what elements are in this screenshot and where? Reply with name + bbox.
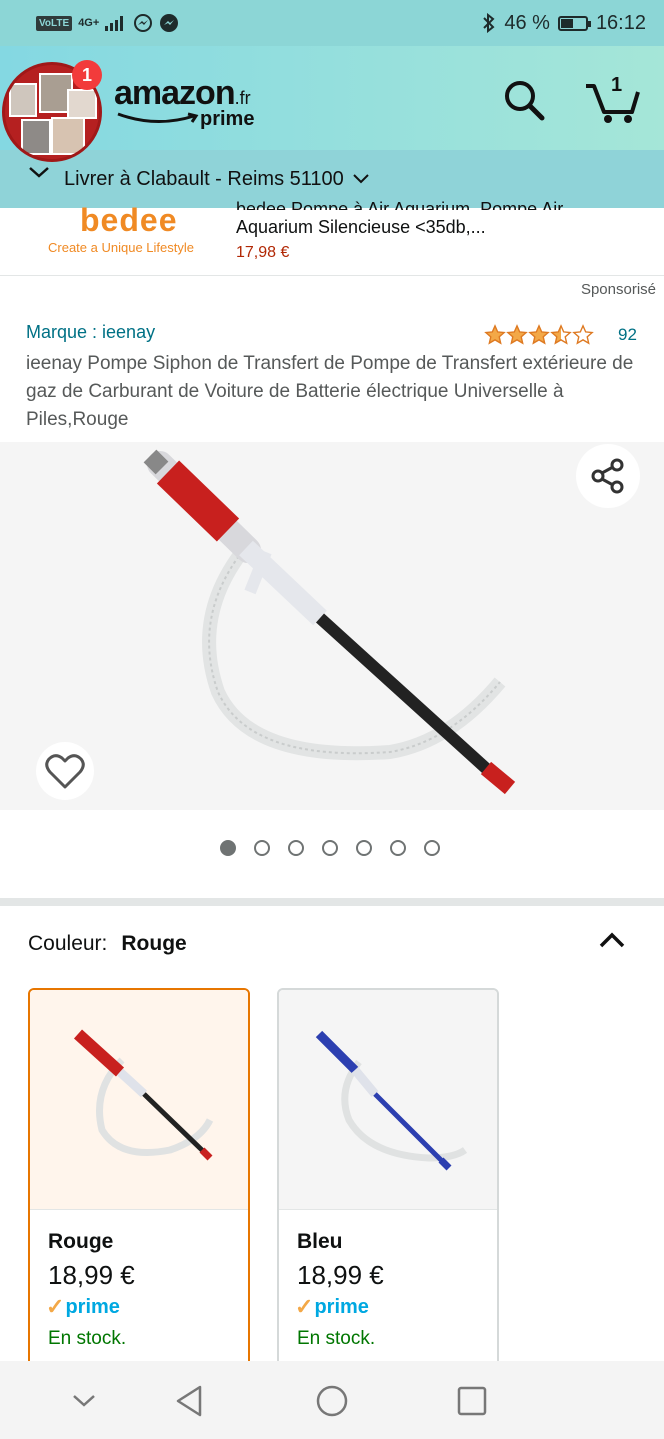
color-option-image [279,990,497,1210]
search-button[interactable] [500,76,548,124]
nav-hide-button[interactable] [66,1383,102,1419]
chevron-down-icon [73,1395,95,1407]
color-option-bleu[interactable]: Bleu 18,99 € ✓ prime En stock. [277,988,499,1368]
swatch-product-image [73,1029,214,1161]
status-bar: VoLTE 4G+ 46 % 16:12 [0,0,664,46]
collapse-button[interactable] [598,930,626,950]
share-icon [591,458,624,494]
image-pagination [220,840,440,856]
rating-count: 92 [618,325,637,344]
messenger-filled-icon [160,14,179,32]
color-label-text: Couleur: [28,932,108,955]
signal-icon [105,16,124,31]
sponsored-label: Sponsorisé [580,281,656,298]
color-option-rouge[interactable]: Rouge 18,99 € ✓ prime En stock. [28,988,250,1368]
cart-button[interactable]: 1 [584,72,642,126]
delivery-location-text: Livrer à Clabault - Reims 51100 [64,167,344,190]
battery-icon [557,15,591,31]
chat-head-bubble[interactable]: 1 [2,60,102,178]
rating[interactable]: 92 [484,324,637,346]
color-option-image [30,990,248,1210]
recents-square-icon [457,1386,487,1416]
pagination-dot[interactable] [322,840,338,856]
stock-status: En stock. [48,1328,127,1349]
battery-fill [560,18,573,28]
nav-recents-button[interactable] [454,1383,490,1419]
star-full-icon [528,324,550,345]
product-title: ieenay Pompe Siphon de Transfert de Pomp… [26,353,634,430]
star-empty-icon [572,324,594,345]
product-image [143,449,516,795]
nav-back-button[interactable] [172,1383,208,1419]
ad-title-clipped: bedee Pompe à Air Aquarium, Pompe Air [236,199,564,210]
stock-status: En stock. [297,1328,376,1349]
chevron-down-icon [353,174,369,184]
prime-check-icon: ✓ [295,1294,314,1319]
star-half-icon [550,324,572,345]
color-option-name: Rouge [48,1230,114,1253]
back-triangle-icon [176,1385,202,1417]
share-button[interactable] [576,444,640,508]
star-full-icon [506,324,528,345]
logo-fr-text: .fr [234,88,251,108]
color-option-price: 18,99 € [297,1260,384,1290]
wishlist-button[interactable] [36,742,94,800]
ad-title: Aquarium Silencieuse <35db,... [236,217,486,237]
logo-prime-text: prime [200,108,255,130]
amazon-prime-logo[interactable]: amazon.fr prime [114,74,254,130]
search-icon [505,81,545,121]
color-selected-value: Rouge [121,932,187,955]
ad-price: 17,98 € [236,244,290,261]
volte-indicator: VoLTE [36,15,73,31]
battery-percent: 46 % [504,11,550,34]
heart-icon [45,754,85,789]
pagination-dot[interactable] [288,840,304,856]
color-option-price: 18,99 € [48,1260,135,1290]
section-divider [0,898,664,906]
chevron-up-icon [599,932,625,948]
prime-badge: ✓ prime [46,1294,120,1320]
status-left: VoLTE 4G+ [36,13,179,33]
swatch-product-image [315,1030,468,1171]
nav-home-button[interactable] [314,1383,350,1419]
pagination-dot[interactable] [390,840,406,856]
pagination-dot[interactable] [254,840,270,856]
product-image-gallery[interactable] [0,442,664,810]
prime-badge: ✓ prime [295,1294,369,1320]
status-right: 46 % 16:12 [482,12,646,35]
clock: 16:12 [595,11,646,34]
pagination-dot[interactable] [424,840,440,856]
chat-head-badge: 1 [72,60,102,90]
chevron-down-icon [29,167,49,178]
system-nav-bar [0,1361,664,1439]
color-option-name: Bleu [297,1230,343,1253]
cart-count: 1 [611,74,623,96]
ad-brand-logo: bedee [80,202,178,238]
logo-amazon-text: amazon [114,74,236,112]
ad-brand-tagline: Create a Unique Lifestyle [48,240,194,255]
brand-link[interactable]: Marque : ieenay [26,322,155,343]
pagination-dot[interactable] [220,840,236,856]
color-selector-label: Couleur: Rouge [28,932,187,956]
messenger-icon [134,14,153,32]
amazon-smile-icon [117,112,199,124]
network-indicator: 4G+ [78,17,100,29]
rating-stars [484,324,594,346]
star-full-icon [484,324,506,345]
prime-check-icon: ✓ [46,1294,65,1319]
sponsored-ad[interactable]: bedee Create a Unique Lifestyle bedee Po… [0,199,664,276]
prime-text: prime [65,1295,120,1318]
prime-text: prime [314,1295,369,1318]
pagination-dot[interactable] [356,840,372,856]
home-circle-icon [316,1385,348,1417]
bluetooth-icon [483,13,495,33]
